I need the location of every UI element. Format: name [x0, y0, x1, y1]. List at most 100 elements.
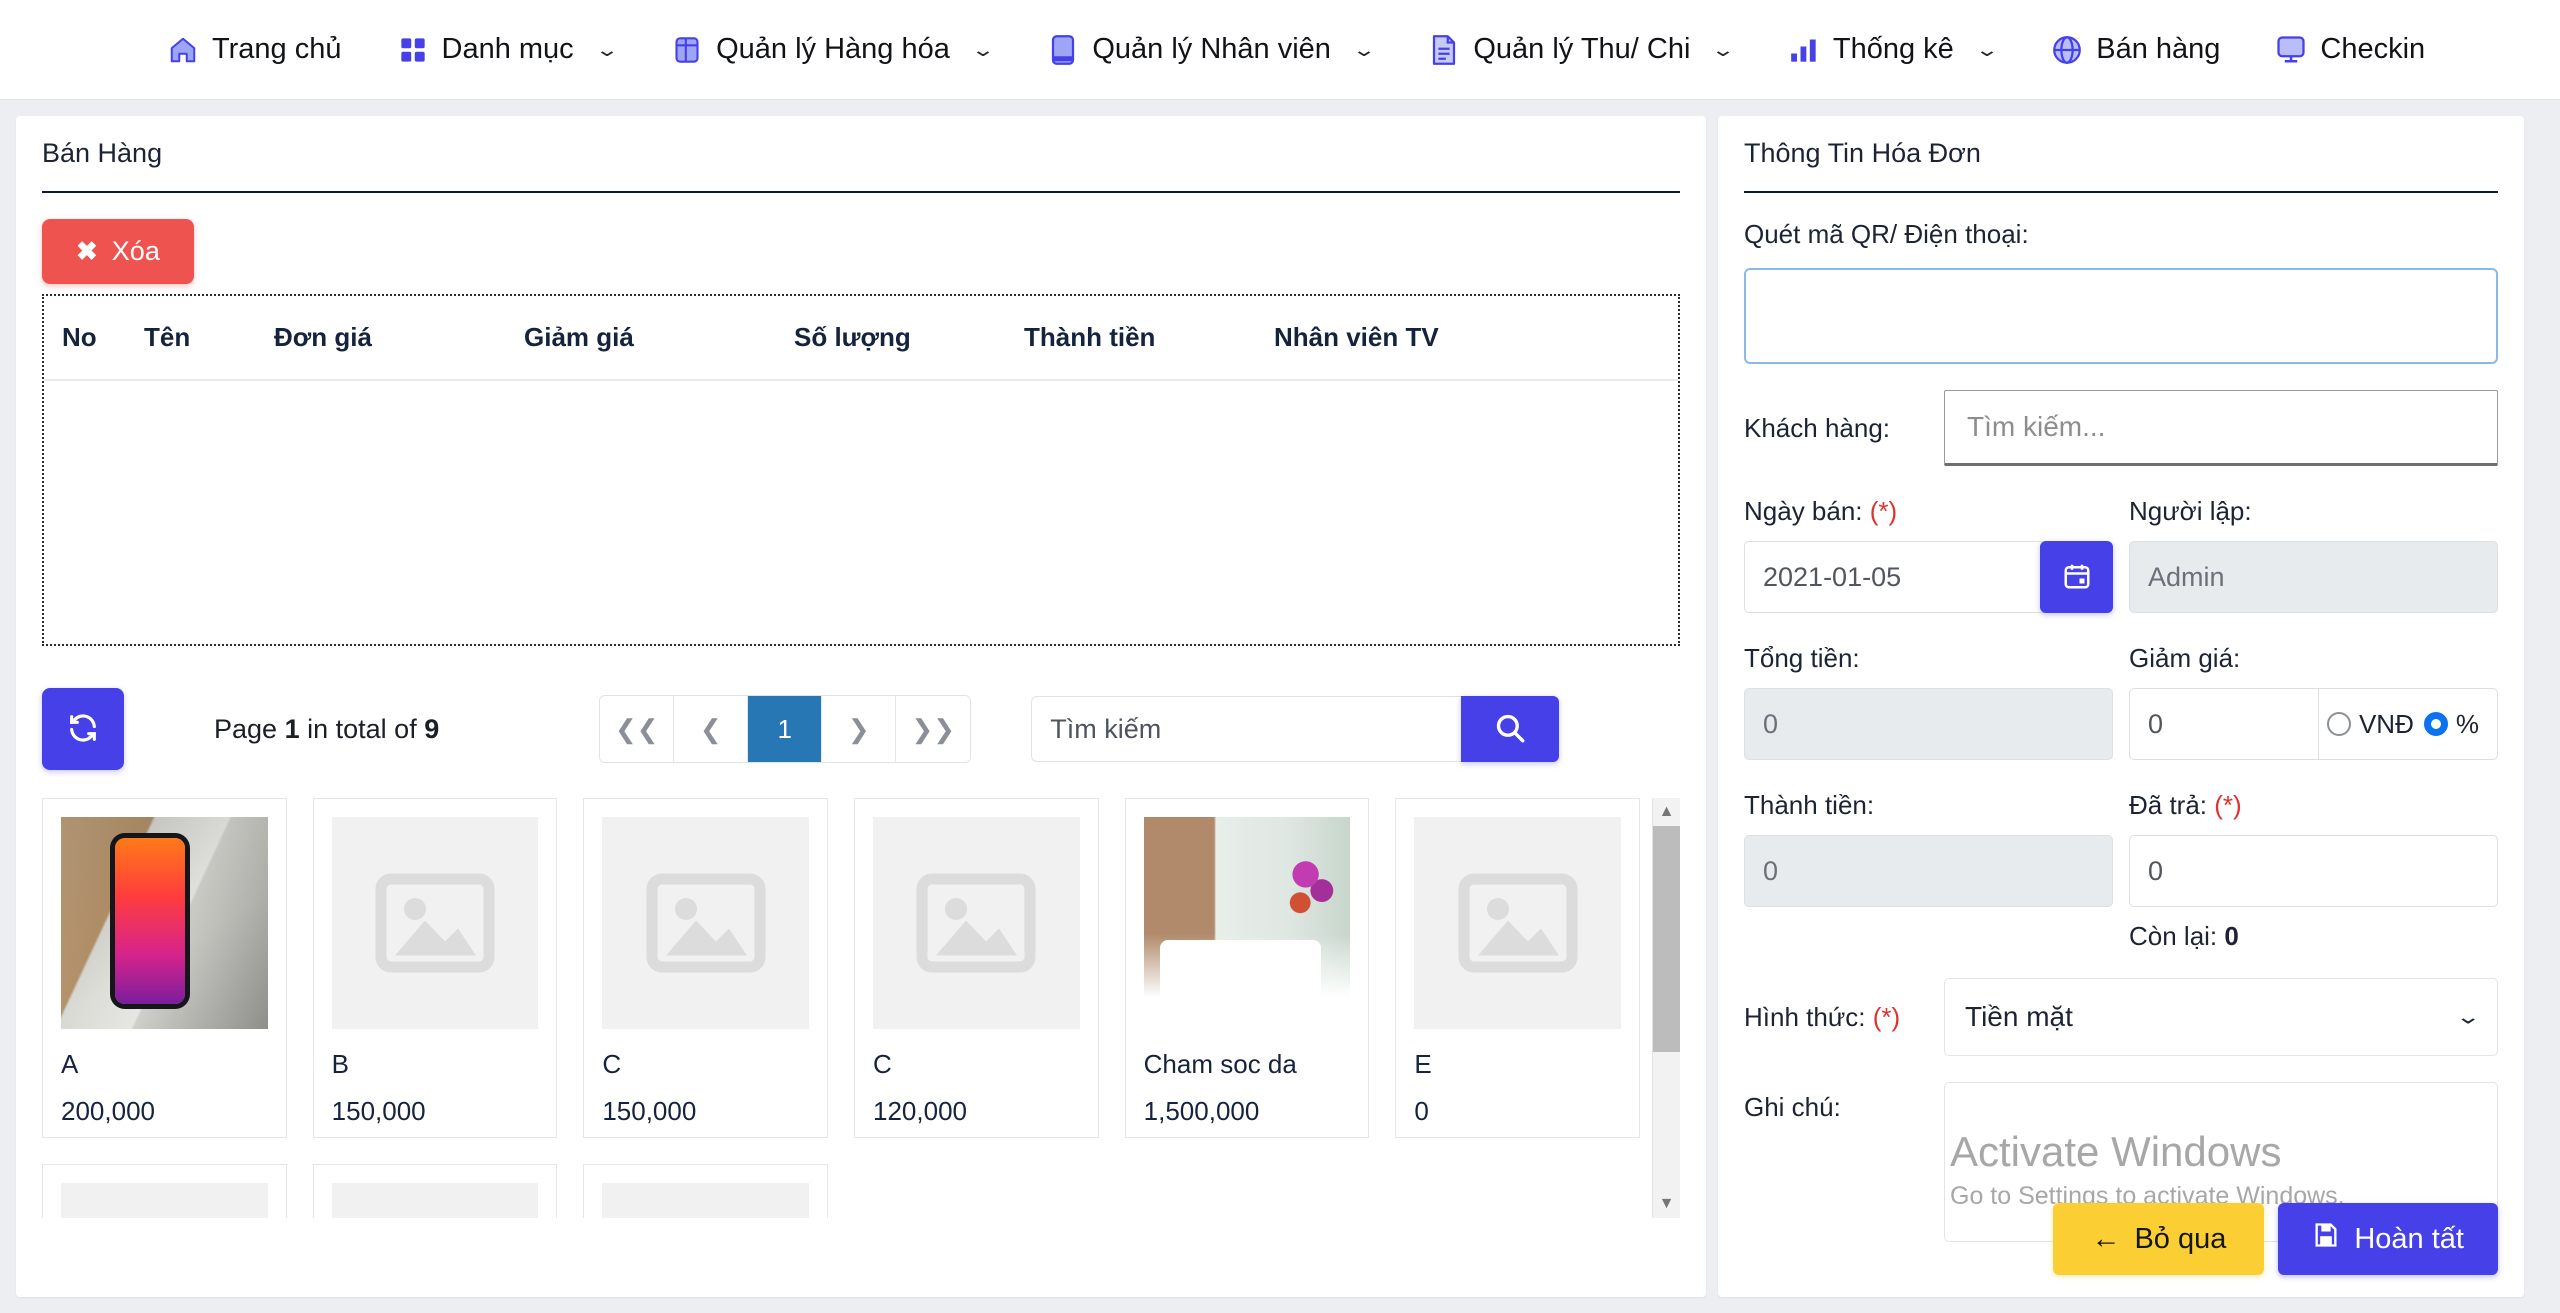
product-price: 0 — [1414, 1096, 1429, 1126]
product-thumbnail — [61, 1183, 268, 1218]
product-grid: A 200,000 B 150,000 C 150,000 C 120,000 … — [42, 798, 1646, 1218]
cart-table: No Tên Đơn giá Giảm giá Số lượng Thành t… — [44, 296, 1678, 381]
payment-method-select[interactable]: Tiền mặt — [1944, 978, 2498, 1056]
nav-item-quan-ly-hang-hoa[interactable]: Quản lý Hàng hóa ⌄ — [644, 0, 1020, 100]
pagination-first-button[interactable]: ❮❮ — [600, 696, 675, 762]
discount-unit-vnd-option[interactable]: VNĐ — [2326, 708, 2414, 740]
nav-item-trang-chu[interactable]: Trang chủ — [140, 0, 370, 100]
product-search-input[interactable] — [1031, 696, 1462, 762]
scrollbar-thumb[interactable] — [1653, 826, 1680, 1052]
skip-button-label: Bỏ qua — [2134, 1222, 2227, 1255]
pagination-page-1-button[interactable]: 1 — [748, 696, 823, 762]
product-card[interactable] — [583, 1164, 828, 1218]
discount-unit-percent-label: % — [2455, 708, 2479, 739]
product-thumbnail — [331, 1183, 539, 1218]
radio-vnd-icon[interactable] — [2326, 712, 2351, 736]
product-name: C — [602, 1049, 622, 1079]
product-name: E — [1414, 1049, 1432, 1079]
product-price: 200,000 — [61, 1096, 155, 1126]
page-info-total: 9 — [424, 713, 440, 744]
page-info-current: 1 — [284, 713, 300, 744]
radio-percent-icon[interactable] — [2423, 712, 2448, 736]
home-icon — [168, 35, 198, 65]
product-thumbnail — [873, 817, 1080, 1029]
subtotal-input — [1744, 835, 2113, 907]
pagination: ❮❮ ❮ 1 ❯ ❯❯ — [599, 695, 972, 763]
pagination-next-button[interactable]: ❯ — [822, 696, 897, 762]
method-label-text: Hình thức: — [1744, 1001, 1866, 1032]
product-grid-area: A 200,000 B 150,000 C 150,000 C 120,000 … — [42, 798, 1680, 1218]
discount-unit-vnd-label: VNĐ — [2358, 708, 2414, 739]
total-input — [1744, 688, 2113, 760]
product-card[interactable]: Cham soc da 1,500,000 — [1124, 798, 1370, 1138]
x-icon: ✖ — [76, 236, 98, 266]
product-card[interactable]: A 200,000 — [42, 798, 287, 1138]
pagination-last-button[interactable]: ❯❯ — [896, 696, 971, 762]
image-placeholder-icon — [916, 873, 1036, 973]
product-card[interactable]: C 150,000 — [583, 798, 828, 1138]
column-header-ten: Tên — [144, 296, 274, 381]
subtotal-label: Thành tiền: — [1744, 790, 1875, 820]
customer-search-input[interactable] — [1944, 390, 2498, 466]
column-header-no: No — [44, 296, 144, 381]
nav-item-ban-hang[interactable]: Bán hàng — [2024, 0, 2248, 100]
paid-input[interactable] — [2129, 835, 2498, 907]
remaining-label: Còn lại: — [2129, 921, 2218, 951]
method-row: Hình thức: (*) Tiền mặt ⌄ — [1744, 978, 2498, 1056]
discount-unit-group: VNĐ % — [2319, 688, 2498, 760]
remaining-row: Còn lại: 0 — [2129, 921, 2498, 952]
calendar-button[interactable] — [2040, 541, 2113, 613]
sale-date-input[interactable] — [1744, 541, 2045, 613]
complete-button[interactable]: Hoàn tất — [2278, 1203, 2498, 1275]
total-discount-row: Tổng tiền: Giảm giá: VNĐ % — [1744, 643, 2498, 760]
column-header-so-luong: Số lượng — [794, 296, 1024, 381]
chevron-down-icon: ⌄ — [970, 38, 996, 60]
product-card[interactable] — [312, 1164, 558, 1218]
product-search-group — [1031, 696, 1560, 762]
discount-input[interactable] — [2129, 688, 2319, 760]
monitor-icon — [2276, 35, 2306, 65]
arrow-left-icon: ← — [2091, 1222, 2121, 1255]
product-grid-scrollbar[interactable]: ▲ ▼ — [1652, 798, 1680, 1218]
nav-label: Quản lý Thu/ Chi — [1473, 33, 1691, 65]
column-header-giam-gia: Giảm giá — [524, 296, 794, 381]
product-name: C — [873, 1049, 892, 1079]
document-icon — [1429, 34, 1459, 65]
delete-button[interactable]: ✖ Xóa — [42, 219, 194, 284]
nav-label: Trang chủ — [212, 33, 342, 65]
nav-item-quan-ly-thu-chi[interactable]: Quản lý Thu/ Chi ⌄ — [1401, 0, 1761, 100]
subtotal-paid-row: Thành tiền: Đã trả: (*) Còn lại: 0 — [1744, 790, 2498, 952]
pagination-prev-button[interactable]: ❮ — [674, 696, 749, 762]
nav-label: Quản lý Nhân viên — [1092, 33, 1331, 65]
sales-panel: Bán Hàng ✖ Xóa No Tên Đơn giá Giảm giá S… — [16, 116, 1706, 1297]
main-navbar: Trang chủ Danh mục ⌄ Quản lý Hàng hóa ⌄ … — [0, 0, 2560, 100]
image-placeholder-icon — [375, 873, 495, 973]
product-price: 150,000 — [602, 1096, 697, 1126]
nav-item-danh-muc[interactable]: Danh mục ⌄ — [370, 0, 645, 100]
scrollbar-track[interactable] — [1653, 826, 1680, 1190]
invoice-actions: ← Bỏ qua Hoàn tất — [2053, 1203, 2498, 1275]
product-card[interactable]: E 0 — [1395, 798, 1640, 1138]
qr-phone-input[interactable] — [1744, 268, 2498, 364]
product-card[interactable]: C 120,000 — [854, 798, 1099, 1138]
page-info: Page 1 in total of 9 — [214, 714, 439, 745]
nav-item-quan-ly-nhan-vien[interactable]: Quản lý Nhân viên ⌄ — [1020, 0, 1401, 100]
caret-down-icon[interactable]: ▼ — [1659, 1190, 1675, 1218]
paid-label: Đã trả: (*) — [2129, 790, 2498, 821]
note-label: Ghi chú: — [1744, 1092, 1841, 1122]
caret-up-icon[interactable]: ▲ — [1659, 798, 1675, 826]
nav-item-thong-ke[interactable]: Thống kê ⌄ — [1761, 0, 2024, 100]
chevron-down-icon: ⌄ — [1351, 38, 1377, 60]
refresh-button[interactable] — [42, 688, 124, 770]
discount-unit-percent-option[interactable]: % — [2423, 708, 2479, 740]
skip-button[interactable]: ← Bỏ qua — [2053, 1203, 2265, 1275]
product-thumbnail — [602, 1183, 809, 1218]
badge-icon — [1048, 34, 1078, 65]
product-search-button[interactable] — [1461, 696, 1560, 762]
nav-item-checkin[interactable]: Checkin — [2248, 0, 2453, 100]
product-thumbnail — [1143, 817, 1351, 1029]
globe-icon — [2052, 35, 2082, 65]
method-select-wrap: Tiền mặt ⌄ — [1944, 978, 2498, 1056]
product-card[interactable]: B 150,000 — [312, 798, 558, 1138]
product-card[interactable] — [42, 1164, 287, 1218]
